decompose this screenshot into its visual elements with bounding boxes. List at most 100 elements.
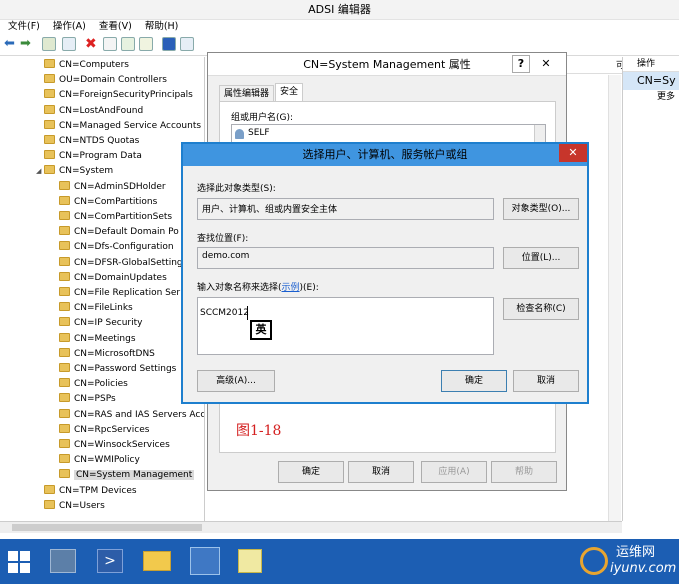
list-scroll-up[interactable]	[534, 125, 545, 143]
folder-icon	[44, 59, 55, 68]
object-types-button[interactable]: 对象类型(O)...	[503, 198, 579, 220]
list-vertical-scrollbar[interactable]	[608, 75, 621, 521]
list-horizontal-scrollbar[interactable]	[221, 521, 622, 533]
tree-item-label: OU=Domain Controllers	[59, 75, 167, 86]
delete-icon[interactable]: ✖	[85, 37, 99, 51]
tree-item[interactable]: CN=File Replication Ser	[51, 286, 180, 301]
adsi-edit-icon[interactable]	[190, 547, 220, 575]
tree-item[interactable]: CN=PSPs	[51, 392, 116, 407]
window-title: ADSI 编辑器	[308, 3, 371, 16]
properties-apply-button[interactable]: 应用(A)	[421, 461, 487, 483]
actions-more[interactable]: 更多	[623, 90, 679, 104]
folder-icon	[44, 89, 55, 99]
tree-item[interactable]: CN=Program Data	[36, 149, 142, 164]
tree-item[interactable]: CN=NTDS Quotas	[36, 134, 139, 149]
folder-icon	[59, 287, 70, 296]
tab-security[interactable]: 安全	[275, 83, 304, 102]
tree-item[interactable]: CN=WMIPolicy	[51, 453, 140, 468]
group-users-list[interactable]: SELF	[231, 124, 546, 144]
forward-icon[interactable]: ➡	[20, 37, 34, 51]
tree-item[interactable]: CN=Policies	[51, 377, 128, 392]
tree-item[interactable]: CN=DomainUpdates	[51, 271, 167, 286]
select-ok-button[interactable]: 确定	[441, 370, 507, 392]
select-dialog-close-button[interactable]: ✕	[559, 144, 587, 162]
ime-english-indicator[interactable]: 英	[250, 320, 272, 340]
menu-view[interactable]: 查看(V)	[99, 20, 132, 34]
tree-item[interactable]: ◢ CN=System	[36, 164, 113, 179]
properties-ok-button[interactable]: 确定	[278, 461, 344, 483]
tree-item[interactable]: CN=ComPartitionSets	[51, 210, 172, 225]
folder-icon	[59, 317, 70, 327]
show-hide-tree-icon[interactable]	[62, 37, 76, 51]
group-first-entry[interactable]: SELF	[248, 128, 270, 138]
advanced-button[interactable]: 高级(A)...	[197, 370, 275, 392]
object-names-text: SCCM2012	[200, 308, 249, 318]
examples-link[interactable]: 示例	[282, 283, 300, 293]
check-names-button[interactable]: 检查名称(C)	[503, 298, 579, 320]
start-icon[interactable]	[8, 551, 30, 573]
tree-item[interactable]: CN=FileLinks	[51, 301, 133, 316]
actions-item[interactable]: CN=Sy	[623, 72, 679, 90]
locations-button[interactable]: 位置(L)...	[503, 247, 579, 269]
tree-scroll-thumb[interactable]	[12, 524, 202, 531]
folder-icon	[44, 119, 55, 129]
tree-item[interactable]: CN=RAS and IAS Servers Acc	[51, 408, 204, 423]
tree-item[interactable]: CN=Password Settings	[51, 362, 176, 377]
watermark-text: 运维网	[616, 545, 656, 560]
tree-item[interactable]: CN=DFSR-GlobalSetting	[51, 256, 183, 271]
file-explorer-icon[interactable]	[143, 551, 171, 571]
export-icon[interactable]	[139, 37, 153, 51]
refresh-icon[interactable]	[121, 37, 135, 51]
tree-item[interactable]: CN=Managed Service Accounts	[36, 119, 201, 134]
tab-attribute-editor[interactable]: 属性编辑器	[219, 85, 275, 102]
object-type-label: 选择此对象类型(S):	[197, 184, 276, 194]
tree-item[interactable]: CN=TPM Devices	[36, 484, 137, 499]
menu-help[interactable]: 帮助(H)	[145, 20, 179, 34]
tree-item-label: CN=Users	[59, 500, 105, 511]
tree-item-label: CN=Meetings	[74, 333, 136, 344]
tree-item[interactable]: CN=MicrosoftDNS	[51, 347, 155, 362]
tree-item[interactable]: CN=Default Domain Po	[51, 225, 179, 240]
tree-item-label: CN=LostAndFound	[59, 105, 144, 116]
properties-close-button[interactable]: ✕	[534, 55, 558, 73]
user-icon	[235, 129, 244, 139]
back-icon[interactable]: ⬅	[4, 37, 18, 51]
expanded-caret-icon[interactable]: ◢	[36, 164, 44, 179]
tree-item[interactable]: OU=Domain Controllers	[36, 73, 167, 88]
watermark-url: iyunv.com	[610, 561, 677, 576]
tree-horizontal-scrollbar[interactable]	[0, 521, 221, 533]
properties-help-button[interactable]: ?	[512, 55, 530, 73]
properties-cancel-button[interactable]: 取消	[348, 461, 414, 483]
properties-help-text-button[interactable]: 帮助	[491, 461, 557, 483]
select-dialog-title-bar: 选择用户、计算机、服务帐户或组 ✕	[183, 144, 587, 166]
properties-icon[interactable]	[103, 37, 117, 51]
tree-item[interactable]: CN=Dfs-Configuration	[51, 240, 174, 255]
tree-item[interactable]: CN=Computers	[36, 58, 129, 73]
show-action-pane-icon[interactable]	[180, 37, 194, 51]
tree-item[interactable]: CN=AdminSDHolder	[51, 180, 166, 195]
folder-icon	[59, 271, 70, 281]
server-manager-icon[interactable]	[50, 549, 76, 573]
notepad-icon[interactable]	[238, 549, 262, 573]
object-names-label-post: )(E):	[299, 283, 319, 293]
folder-icon	[44, 484, 55, 494]
tree-item[interactable]: CN=ComPartitions	[51, 195, 157, 210]
tree-item[interactable]: CN=ForeignSecurityPrincipals	[36, 88, 193, 103]
object-names-input[interactable]: SCCM2012 英	[197, 297, 494, 355]
help-icon[interactable]	[162, 37, 176, 51]
menu-file[interactable]: 文件(F)	[8, 20, 40, 34]
tree-item[interactable]: CN=WinsockServices	[51, 438, 170, 453]
actions-header: 操作	[623, 57, 679, 72]
powershell-icon[interactable]: >	[97, 549, 123, 573]
tree-item[interactable]: CN=Users	[36, 499, 105, 514]
folder-icon	[59, 241, 70, 251]
tree-item[interactable]: CN=LostAndFound	[36, 104, 143, 119]
menu-action[interactable]: 操作(A)	[53, 20, 86, 34]
up-icon[interactable]	[42, 37, 56, 51]
tree-item[interactable]: CN=Meetings	[51, 332, 136, 347]
tree-item[interactable]: CN=IP Security	[51, 316, 142, 331]
select-cancel-button[interactable]: 取消	[513, 370, 579, 392]
tree-item[interactable]: CN=System Management	[51, 468, 195, 483]
folder-icon	[59, 454, 70, 464]
tree-item[interactable]: CN=RpcServices	[51, 423, 149, 438]
